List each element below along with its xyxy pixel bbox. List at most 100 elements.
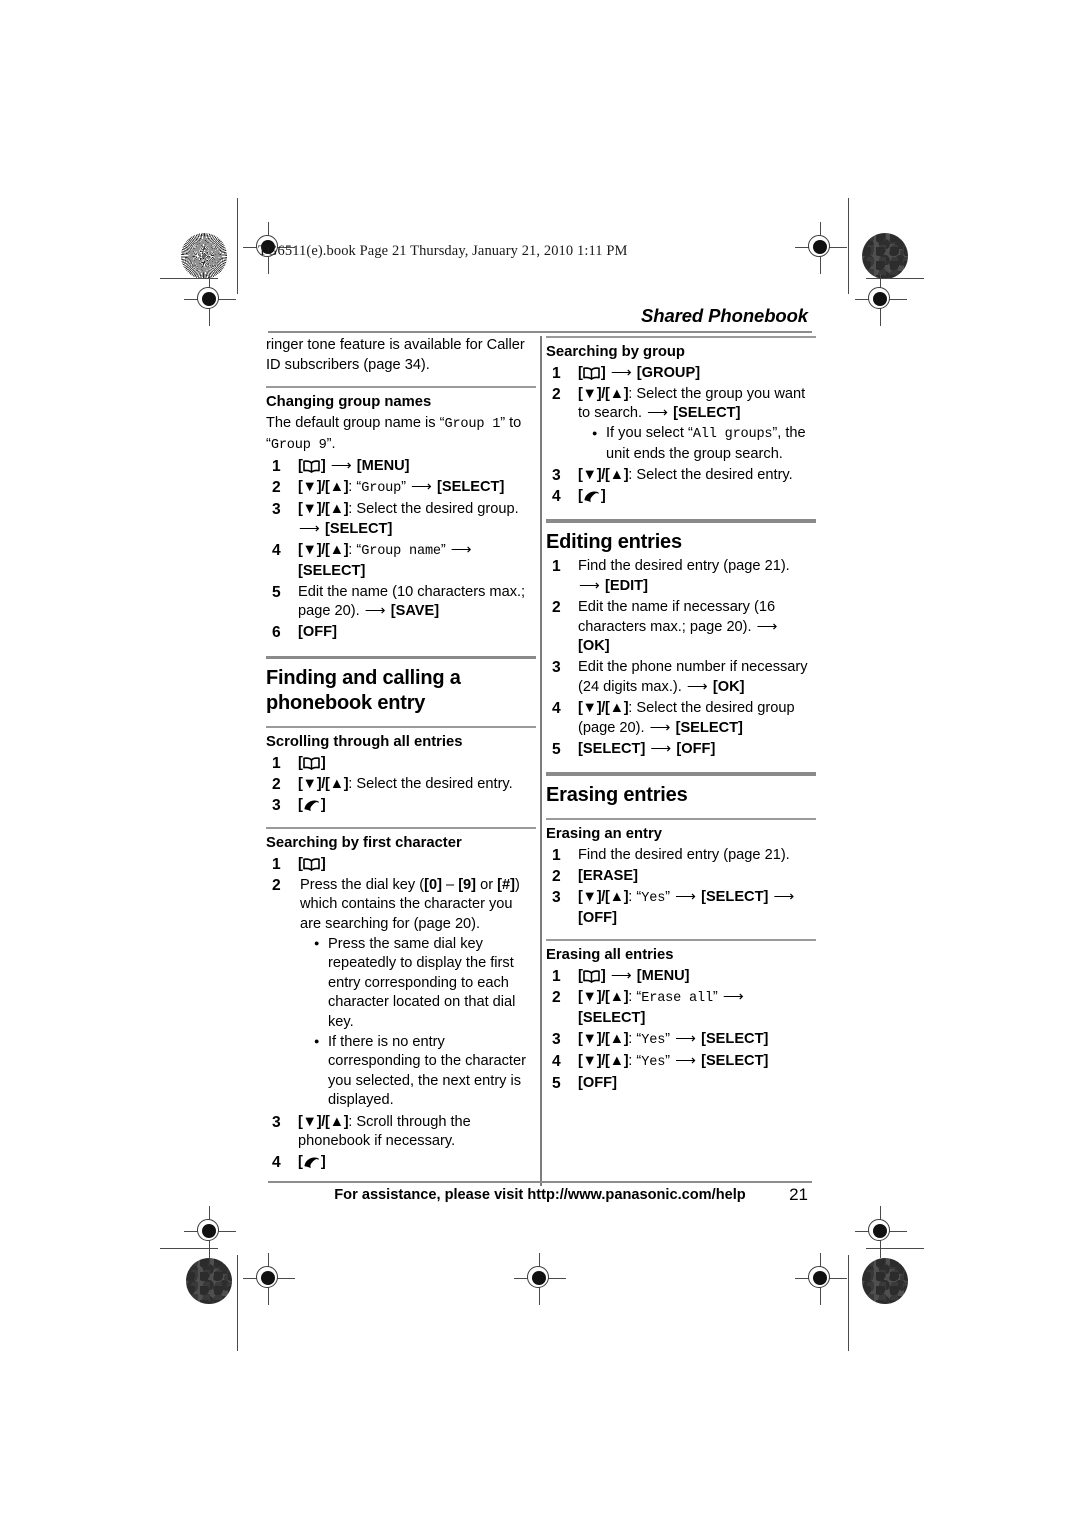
step-text: : xyxy=(628,1030,637,1047)
registration-mark-right-lower xyxy=(855,1206,907,1258)
registration-mark-bottom-left xyxy=(243,1253,295,1305)
save-key[interactable]: [SAVE] xyxy=(391,603,439,619)
note-item: If there is no entry corresponding to th… xyxy=(314,1032,536,1111)
edit-key-label: EDIT xyxy=(609,577,644,594)
steps-changing-group-names: 1[] ⟶ [MENU] 2 [▼]/[▲]: “Group” ⟶ [SELECT… xyxy=(266,457,536,643)
select-key[interactable]: [SELECT] xyxy=(437,479,504,495)
talk-key[interactable]: [] xyxy=(298,797,326,813)
registration-mark-bottom-center xyxy=(514,1253,566,1305)
menu-key-label: MENU xyxy=(641,968,685,985)
dial-key-hash[interactable]: [#] xyxy=(497,877,515,893)
halftone-patch-bottom-right xyxy=(862,1258,908,1304)
halftone-patch-top-right xyxy=(862,233,908,279)
all-groups-value: All groups xyxy=(692,427,773,443)
step-text: : xyxy=(628,1053,637,1070)
step-number: 5 xyxy=(552,740,561,758)
heading-searching-by-group: Searching by group xyxy=(546,343,685,360)
step-text: Edit the name if necessary (16 character… xyxy=(578,599,776,635)
select-key[interactable]: [SELECT] xyxy=(676,720,743,736)
step-number: 2 xyxy=(552,385,561,403)
nav-updown-key[interactable]: [▼]/[▲] xyxy=(578,1031,629,1047)
trim-line-bottom-right-vertical xyxy=(848,1255,850,1351)
step-number: 3 xyxy=(272,501,281,519)
phonebook-key[interactable]: [] xyxy=(578,968,606,984)
step-number: 4 xyxy=(552,700,561,717)
off-key-label: OFF xyxy=(582,1075,613,1092)
ok-key[interactable]: [OK] xyxy=(713,679,745,695)
rule-searching-first-character xyxy=(266,826,536,829)
step-item: 1 [] ⟶ [MENU] xyxy=(266,457,536,477)
step-text: : Select the desired entry. xyxy=(628,466,793,483)
select-key[interactable]: [SELECT] xyxy=(578,741,645,757)
registration-mark-right-upper xyxy=(855,274,907,326)
confirm-value: Yes xyxy=(641,891,666,907)
step-number: 5 xyxy=(272,583,281,601)
steps-searching-by-group: 1[] ⟶ [GROUP] 2 [▼]/[▲]: Select the group… xyxy=(546,364,816,507)
step-text: Find the desired entry (page 21). xyxy=(578,558,790,575)
trim-line-top-left-vertical xyxy=(237,198,239,294)
step-item: 3 [▼]/[▲]: Select the desired group. ⟶ [SE… xyxy=(266,500,536,539)
nav-updown-key[interactable]: [▼]/[▲] xyxy=(578,386,629,402)
step-number: 2 xyxy=(552,989,561,1007)
talk-key[interactable]: [] xyxy=(298,1154,326,1170)
select-key[interactable]: [SELECT] xyxy=(578,1010,645,1026)
running-head-title: Shared Phonebook xyxy=(641,305,808,326)
step-number: 4 xyxy=(552,487,561,505)
rule-finding-and-calling xyxy=(266,656,536,660)
select-key[interactable]: [SELECT] xyxy=(701,1031,768,1047)
off-key[interactable]: [OFF] xyxy=(676,741,715,757)
nav-updown-key[interactable]: [▼]/[▲] xyxy=(578,467,629,483)
select-key[interactable]: [SELECT] xyxy=(701,889,768,905)
nav-updown-key[interactable]: [▼]/[▲] xyxy=(578,989,629,1005)
edit-key[interactable]: [EDIT] xyxy=(605,578,648,594)
select-key[interactable]: [SELECT] xyxy=(298,563,365,579)
arrow-glyph: ⟶ xyxy=(579,577,600,594)
step-text-b: or xyxy=(476,876,498,893)
nav-updown-key[interactable]: [▼]/[▲] xyxy=(298,1114,349,1130)
select-key[interactable]: [SELECT] xyxy=(325,521,392,537)
nav-updown-key[interactable]: [▼]/[▲] xyxy=(578,889,629,905)
step-text: : Select the desired group. xyxy=(348,501,519,518)
select-key[interactable]: [SELECT] xyxy=(673,405,740,421)
select-key[interactable]: [SELECT] xyxy=(701,1053,768,1069)
nav-updown-key[interactable]: [▼]/[▲] xyxy=(578,1053,629,1069)
step-number: 3 xyxy=(552,1030,561,1048)
steps-editing-entries: 1 Find the desired entry (page 21). ⟶ [ED… xyxy=(546,557,816,759)
nav-updown-key[interactable]: [▼]/[▲] xyxy=(298,501,349,517)
phonebook-key[interactable]: [] xyxy=(298,856,326,872)
step-item: 3 [▼]/[▲]: Select the desired entry. xyxy=(546,466,816,486)
menu-key[interactable]: [MENU] xyxy=(357,458,410,474)
nav-updown-key[interactable]: [▼]/[▲] xyxy=(298,542,349,558)
nav-updown-key[interactable]: [▼]/[▲] xyxy=(578,700,629,716)
phonebook-icon xyxy=(583,367,601,380)
arrow-glyph: ⟶ xyxy=(330,458,352,475)
phonebook-key[interactable]: [] xyxy=(298,755,326,771)
intro-default-group-name: The default group name is “Group 1” to “… xyxy=(266,414,522,453)
heading-editing-entries: Editing entries xyxy=(546,530,682,553)
erase-key[interactable]: [ERASE] xyxy=(578,868,638,884)
step-number: 4 xyxy=(272,542,281,560)
arrow-glyph: ⟶ xyxy=(756,618,778,635)
arrow-glyph: ⟶ xyxy=(773,889,795,906)
off-key[interactable]: [OFF] xyxy=(578,1075,617,1091)
trim-line-top-right-vertical xyxy=(848,198,850,294)
step-number: 1 xyxy=(272,855,281,873)
dial-key-0[interactable]: [0] xyxy=(424,877,442,893)
step-item: 3 Edit the phone number if necessary (24 … xyxy=(546,658,816,697)
note-item: Press the same dial key repeatedly to di… xyxy=(314,934,536,1033)
menu-key[interactable]: [MENU] xyxy=(637,968,690,984)
nav-updown-key[interactable]: [▼]/[▲] xyxy=(298,776,349,792)
talk-key[interactable]: [] xyxy=(578,488,606,504)
menu-option-value: Erase all xyxy=(641,991,713,1007)
off-key-label: OFF xyxy=(681,740,711,757)
confirm-value: Yes xyxy=(641,1032,666,1048)
group-key[interactable]: [GROUP] xyxy=(637,365,700,381)
step-item: 1 [] ⟶ [GROUP] xyxy=(546,364,816,384)
phonebook-key[interactable]: [] xyxy=(298,458,326,474)
off-key[interactable]: [OFF] xyxy=(578,910,617,926)
nav-updown-key[interactable]: [▼]/[▲] xyxy=(298,479,349,495)
off-key[interactable]: [OFF] xyxy=(298,624,337,640)
phonebook-key[interactable]: [] xyxy=(578,365,606,381)
ok-key[interactable]: [OK] xyxy=(578,638,610,654)
dial-key-9[interactable]: [9] xyxy=(458,877,476,893)
